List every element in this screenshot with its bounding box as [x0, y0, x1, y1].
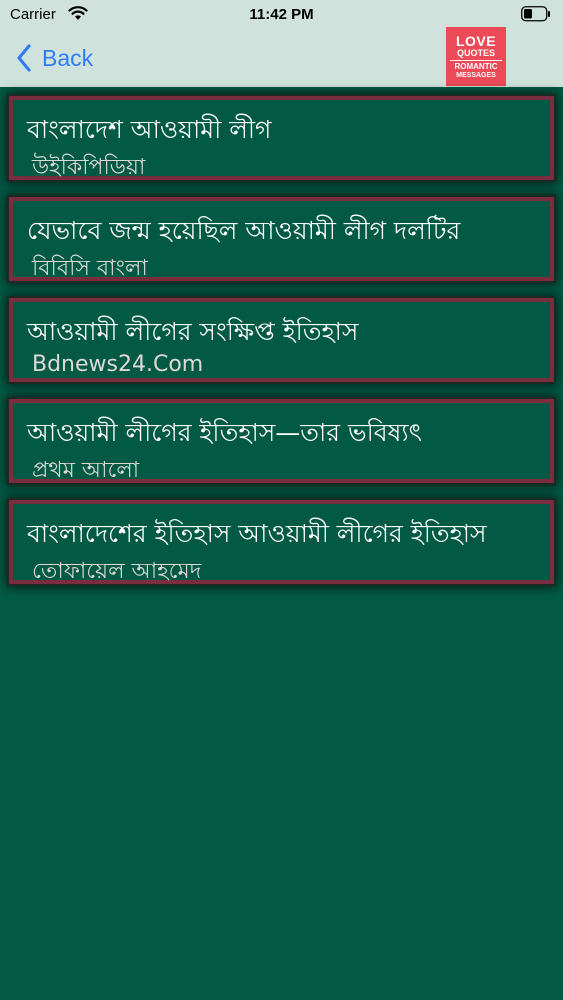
list-item-source: প্রথম আলো — [32, 458, 140, 483]
list-item[interactable]: আওয়ামী লীগের ইতিহাস—তার ভবিষ্যৎ প্রথম আ… — [9, 399, 554, 483]
logo-text-quotes: QUOTES — [456, 48, 495, 58]
list-item-source: তোফায়েল আহমেদ — [32, 559, 202, 584]
list-item-source: Bdnews24.Com — [32, 352, 204, 377]
list-item[interactable]: আওয়ামী লীগের সংক্ষিপ্ত ইতিহাস Bdnews24.… — [9, 298, 554, 382]
list-item[interactable]: যেভাবে জন্ম হয়েছিল আওয়ামী লীগ দলটির বি… — [9, 197, 554, 281]
article-list: বাংলাদেশ আওয়ামী লীগ উইকিপিডিয়া যেভাবে … — [9, 96, 554, 601]
list-item[interactable]: বাংলাদেশের ইতিহাস আওয়ামী লীগের ইতিহাস ত… — [9, 500, 554, 584]
logo-text-love: LOVE — [455, 33, 497, 49]
list-item-source: উইকিপিডিয়া — [32, 155, 146, 180]
back-button[interactable]: Back — [16, 38, 93, 78]
app-logo: LOVE QUOTES ROMANTIC MESSAGES — [446, 27, 506, 86]
list-item-title: বাংলাদেশ আওয়ামী লীগ — [27, 115, 272, 144]
list-item-source: বিবিসি বাংলা — [32, 256, 148, 281]
status-time: 11:42 PM — [249, 6, 314, 23]
list-item[interactable]: বাংলাদেশ আওয়ামী লীগ উইকিপিডিয়া — [9, 96, 554, 180]
logo-text-messages: MESSAGES — [456, 72, 496, 79]
list-item-title: আওয়ামী লীগের ইতিহাস—তার ভবিষ্যৎ — [27, 418, 423, 447]
logo-text-romantic: ROMANTIC — [454, 62, 498, 71]
list-item-title: আওয়ামী লীগের সংক্ষিপ্ত ইতিহাস — [27, 317, 359, 346]
chevron-left-icon — [17, 44, 31, 72]
battery-icon — [521, 6, 550, 22]
status-bar: Carrier 11:42 PM — [0, 0, 563, 30]
list-item-title: যেভাবে জন্ম হয়েছিল আওয়ামী লীগ দলটির — [27, 216, 461, 245]
list-item-title: বাংলাদেশের ইতিহাস আওয়ামী লীগের ইতিহাস — [27, 519, 487, 548]
logo-divider — [450, 60, 502, 61]
back-button-label: Back — [42, 44, 94, 71]
